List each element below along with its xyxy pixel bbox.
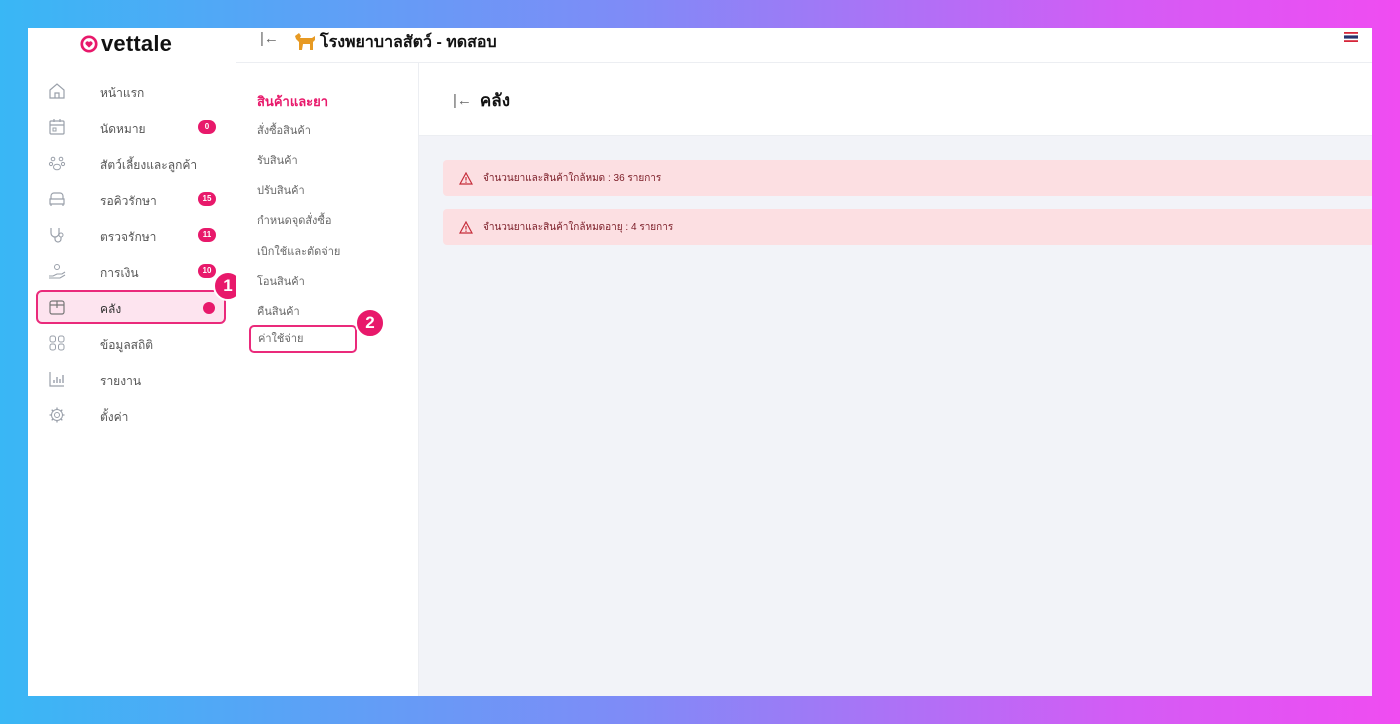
home-icon — [49, 83, 65, 99]
vettale-logo[interactable]: vettale — [80, 30, 172, 58]
sidebar-item-label: สัตว์เลี้ยงและลูกค้า — [100, 158, 198, 172]
expiring-stock-alert[interactable]: จำนวนยาและสินค้าใกล้หมดอายุ : 4 รายการ — [443, 209, 1372, 245]
sidebar-item-label: รอคิวรักษา — [100, 194, 157, 208]
examination-badge: 11 — [198, 228, 216, 242]
submenu-item-expenses[interactable]: ค่าใช้จ่าย — [249, 325, 357, 353]
alert-text: จำนวนยาและสินค้าใกล้หมด : 36 รายการ — [483, 172, 662, 184]
sidebar-item-home[interactable]: หน้าแรก — [36, 74, 226, 108]
sidebar-item-queue[interactable]: รอคิวรักษา 15 — [36, 182, 226, 216]
sidebar-item-statistics[interactable]: ข้อมูลสถิติ — [36, 326, 226, 360]
grid-icon — [49, 335, 65, 351]
sidebar-item-label: ตั้งค่า — [100, 410, 129, 424]
submenu-item-transfer[interactable]: โอนสินค้า — [257, 272, 305, 290]
sidebar-item-inventory[interactable]: คลัง — [36, 290, 226, 324]
alert-text: จำนวนยาและสินค้าใกล้หมดอายุ : 4 รายการ — [483, 221, 674, 233]
sidebar-item-appointments[interactable]: นัดหมาย 0 — [36, 110, 226, 144]
inventory-submenu: สินค้าและยา สั่งซื้อสินค้า รับสินค้า ปรั… — [236, 63, 419, 696]
sidebar-item-label: รายงาน — [100, 374, 142, 388]
low-stock-alert[interactable]: จำนวนยาและสินค้าใกล้หมด : 36 รายการ — [443, 160, 1372, 196]
clinic-name: โรงพยาบาลสัตว์ - ทดสอบ — [320, 34, 497, 51]
page-title: |← คลัง — [453, 87, 510, 114]
top-bar: |← โรงพยาบาลสัตว์ - ทดสอบ — [236, 28, 1372, 63]
sidebar-item-label: ตรวจรักษา — [100, 230, 157, 244]
submenu-item-reorder-point[interactable]: กำหนดจุดสั่งซื้อ — [257, 211, 332, 229]
warning-icon — [459, 220, 473, 234]
calendar-icon — [49, 119, 65, 135]
sidebar-item-reports[interactable]: รายงาน — [36, 362, 226, 396]
submenu-item-products-drugs[interactable]: สินค้าและยา — [257, 91, 328, 112]
sidebar-item-finance[interactable]: การเงิน 10 — [36, 254, 226, 288]
active-indicator-dot — [203, 302, 215, 314]
sidebar: vettale หน้าแรก นัดหมาย 0 สัตว์เลี้ยงและ… — [28, 28, 237, 696]
main-content: |← คลัง จำนวนยาและสินค้าใกล้หมด : 36 ราย… — [419, 63, 1372, 696]
collapse-submenu-icon[interactable]: |← — [453, 92, 472, 109]
box-icon — [49, 300, 65, 315]
gear-icon — [49, 407, 65, 423]
page-header: |← คลัง — [419, 63, 1372, 136]
warning-icon — [459, 171, 473, 185]
sidebar-item-label: คลัง — [100, 302, 122, 316]
submenu-item-return[interactable]: คืนสินค้า — [257, 302, 300, 320]
bar-chart-icon — [49, 372, 64, 387]
submenu-item-adjust-stock[interactable]: ปรับสินค้า — [257, 181, 305, 199]
appointments-badge: 0 — [198, 120, 216, 134]
step-2-marker: 2 — [355, 308, 385, 338]
finance-badge: 10 — [198, 264, 216, 278]
logo-text: vettale — [101, 31, 173, 56]
coin-hand-icon — [49, 264, 66, 279]
heart-logo-icon — [80, 35, 98, 53]
sidebar-item-label: การเงิน — [100, 266, 139, 280]
thai-flag-icon[interactable] — [1344, 32, 1358, 42]
sidebar-item-label: นัดหมาย — [100, 122, 146, 136]
sidebar-item-examination[interactable]: ตรวจรักษา 11 — [36, 218, 226, 252]
dog-logo-icon — [295, 33, 315, 50]
stethoscope-icon — [50, 228, 64, 243]
page-title-text: คลัง — [479, 91, 510, 110]
sidebar-item-label: ข้อมูลสถิติ — [100, 338, 154, 352]
submenu-item-purchase-order[interactable]: สั่งซื้อสินค้า — [257, 121, 311, 139]
app-window: vettale หน้าแรก นัดหมาย 0 สัตว์เลี้ยงและ… — [28, 28, 1372, 696]
couch-icon — [49, 192, 65, 206]
submenu-item-receive-goods[interactable]: รับสินค้า — [257, 151, 298, 169]
sidebar-item-pets-customers[interactable]: สัตว์เลี้ยงและลูกค้า — [36, 146, 226, 180]
sidebar-item-settings[interactable]: ตั้งค่า — [36, 398, 226, 432]
queue-badge: 15 — [198, 192, 216, 206]
submenu-item-withdraw-dispose[interactable]: เบิกใช้และตัดจ่าย — [257, 242, 340, 260]
sidebar-item-label: หน้าแรก — [100, 86, 145, 100]
collapse-sidebar-icon[interactable]: |← — [260, 30, 279, 47]
paw-icon — [48, 156, 66, 171]
